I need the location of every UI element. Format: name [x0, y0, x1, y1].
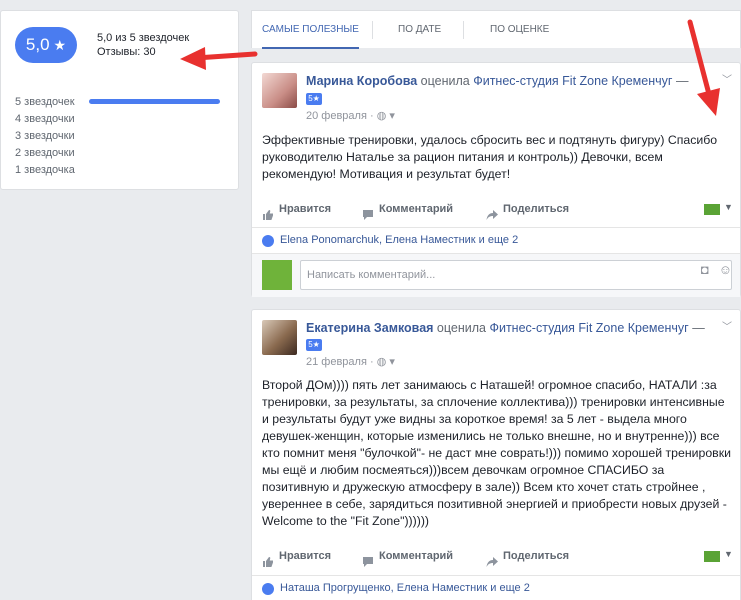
thumbs-up-icon: [262, 203, 274, 220]
globe-icon: ◍: [376, 356, 387, 368]
likes-summary: Наташа Прогрущенко, Елена Наместник и ещ…: [252, 575, 740, 600]
star-row-3[interactable]: 3 звездочки: [15, 127, 220, 144]
tab-by-rating[interactable]: ПО ОЦЕНКЕ: [490, 11, 549, 49]
comment-label: Комментарий: [379, 203, 454, 215]
comment-label: Комментарий: [379, 550, 454, 562]
review-date-text[interactable]: 20 февраля: [306, 110, 367, 122]
comment-button[interactable]: Комментарий: [362, 194, 453, 224]
rating-summary-panel: 5,0 ★ 5,0 из 5 звездочек Отзывы: 30 5 зв…: [0, 10, 239, 190]
review-card: Екатерина Замковая оценила Фитнес-студия…: [251, 309, 741, 600]
star-breakdown: 5 звездочек 4 звездочки 3 звездочки 2 зв…: [15, 93, 220, 178]
viewer-avatar-small[interactable]: [704, 204, 720, 215]
star-row-5[interactable]: 5 звездочек: [15, 93, 220, 110]
review-count: Отзывы: 30: [97, 46, 156, 58]
reaction-chevron-icon[interactable]: ▼: [724, 549, 733, 559]
rating-out-of: 5,0 из 5 звездочек: [97, 32, 190, 44]
reaction-chevron-icon[interactable]: ▼: [724, 202, 733, 212]
share-label: Поделиться: [503, 550, 570, 562]
review-actions: Нравится Комментарий Поделиться ▼: [252, 541, 740, 571]
star-icon: ★: [53, 36, 67, 53]
viewer-avatar: [262, 260, 292, 290]
comment-button[interactable]: Комментарий: [362, 541, 453, 571]
rating-badge: 5★: [306, 93, 322, 105]
globe-icon: ◍: [376, 110, 387, 122]
rating-score: 5,0: [25, 35, 50, 54]
like-button[interactable]: Нравится: [262, 194, 331, 224]
review-actions: Нравится Комментарий Поделиться ▼: [252, 194, 740, 224]
review-sort-tabs: САМЫЕ ПОЛЕЗНЫЕ ПО ДАТЕ ПО ОЦЕНКЕ: [251, 10, 741, 49]
thumbs-up-icon: [262, 550, 274, 567]
review-text: Эффективные тренировки, удалось сбросить…: [262, 133, 718, 181]
share-label: Поделиться: [503, 203, 570, 215]
rating-badge: 5★: [306, 339, 322, 351]
star-row-bar: [89, 99, 220, 104]
viewer-avatar-small[interactable]: [704, 551, 720, 562]
review-text: Второй ДОм)))) пять лет занимаюсь с Ната…: [262, 378, 731, 528]
camera-icon[interactable]: ◘: [701, 262, 709, 277]
date-separator: ·: [369, 356, 374, 368]
header-dash: —: [675, 74, 689, 88]
review-date-text[interactable]: 21 февраля: [306, 356, 367, 368]
star-row-1[interactable]: 1 звездочка: [15, 161, 220, 178]
review-date: 20 февраля · ◍ ▾: [306, 109, 395, 122]
tab-divider: [372, 21, 373, 39]
share-icon: [486, 550, 498, 567]
rating-score-pill: 5,0 ★: [15, 27, 77, 63]
share-button[interactable]: Поделиться: [486, 541, 569, 571]
star-row-label: 3 звездочки: [15, 129, 75, 142]
review-date: 21 февраля · ◍ ▾: [306, 355, 395, 368]
tab-by-date[interactable]: ПО ДАТЕ: [398, 11, 441, 49]
page-link[interactable]: Фитнес-студия Fit Zone Кременчуг: [489, 321, 688, 335]
review-verb: оценила: [436, 321, 486, 335]
share-button[interactable]: Поделиться: [486, 194, 569, 224]
author-name[interactable]: Марина Коробова: [306, 74, 417, 88]
date-separator: ·: [369, 110, 374, 122]
author-avatar[interactable]: [262, 320, 297, 355]
tab-divider: [463, 21, 464, 39]
header-dash: —: [692, 321, 705, 335]
comment-icon: [362, 550, 374, 567]
review-options-chevron-icon[interactable]: ﹀: [722, 71, 732, 86]
like-reaction-icon: [262, 235, 274, 247]
star-row-2[interactable]: 2 звездочки: [15, 144, 220, 161]
star-row-label: 5 звездочек: [15, 95, 75, 108]
author-avatar[interactable]: [262, 73, 297, 108]
review-header: Екатерина Замковая оценила Фитнес-студия…: [306, 321, 705, 335]
rating-summary-text: 5,0 из 5 звездочек Отзывы: 30: [97, 31, 189, 59]
likers-text[interactable]: Elena Ponomarchuk, Елена Наместник и еще…: [280, 234, 518, 246]
star-row-4[interactable]: 4 звездочки: [15, 110, 220, 127]
likers-text[interactable]: Наташа Прогрущенко, Елена Наместник и ещ…: [280, 582, 530, 594]
author-name[interactable]: Екатерина Замковая: [306, 321, 433, 335]
star-row-label: 4 звездочки: [15, 112, 75, 125]
likes-summary: Elena Ponomarchuk, Елена Наместник и еще…: [252, 227, 740, 253]
like-label: Нравится: [279, 550, 332, 562]
like-label: Нравится: [279, 203, 332, 215]
star-row-label: 1 звездочка: [15, 163, 75, 176]
comment-icon: [362, 203, 374, 220]
review-card: Марина Коробова оценила Фитнес-студия Fi…: [251, 62, 741, 297]
composer-icons: ◘ ☺: [701, 262, 732, 277]
review-verb: оценила: [420, 74, 470, 88]
share-icon: [486, 203, 498, 220]
tab-most-helpful[interactable]: САМЫЕ ПОЛЕЗНЫЕ: [262, 11, 359, 49]
review-header: Марина Коробова оценила Фитнес-студия Fi…: [306, 74, 688, 88]
chevron-down-icon[interactable]: ▾: [389, 110, 395, 122]
like-reaction-icon: [262, 583, 274, 595]
chevron-down-icon[interactable]: ▾: [389, 356, 395, 368]
comment-composer: Написать комментарий... ◘ ☺: [252, 253, 740, 297]
comment-input[interactable]: Написать комментарий...: [300, 260, 732, 290]
star-row-label: 2 звездочки: [15, 146, 75, 159]
review-options-chevron-icon[interactable]: ﹀: [722, 318, 732, 333]
like-button[interactable]: Нравится: [262, 541, 331, 571]
emoji-icon[interactable]: ☺: [719, 262, 732, 277]
page-link[interactable]: Фитнес-студия Fit Zone Кременчуг: [473, 74, 672, 88]
